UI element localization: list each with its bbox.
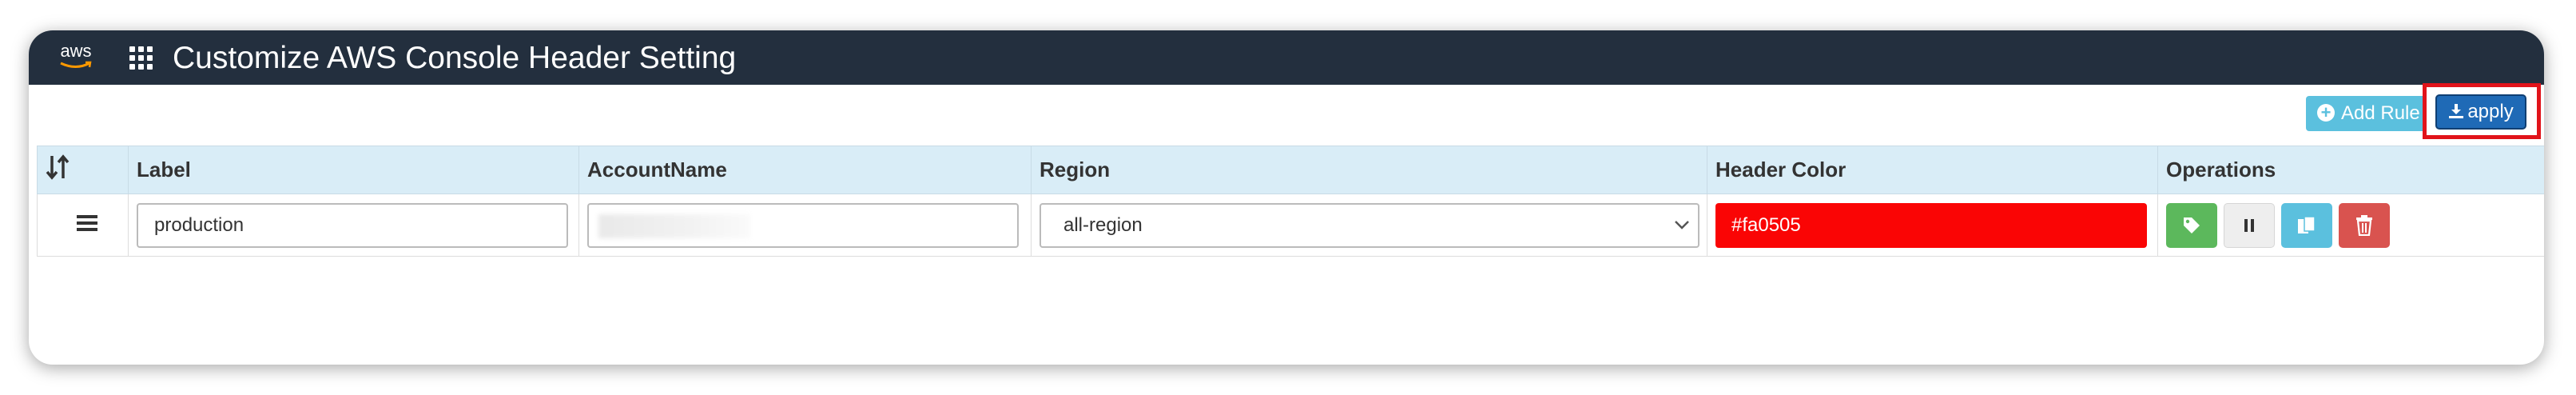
column-header-region: Region bbox=[1031, 146, 1707, 194]
tag-icon bbox=[2184, 217, 2200, 233]
copy-button[interactable] bbox=[2281, 202, 2332, 248]
column-header-account-name: AccountName bbox=[578, 146, 1032, 194]
plus-circle-icon: + bbox=[2317, 103, 2335, 122]
app-header: aws Customize AWS Console Header Setting bbox=[29, 30, 2544, 85]
aws-smile-icon bbox=[60, 61, 92, 68]
grid-menu-icon[interactable] bbox=[129, 46, 153, 70]
table-header-row: Label AccountName Region Header Color Op… bbox=[37, 146, 2544, 194]
label-cell bbox=[128, 194, 579, 257]
copy-icon bbox=[2298, 215, 2316, 233]
redacted-account-name bbox=[598, 213, 750, 238]
apply-button[interactable]: apply bbox=[2435, 94, 2526, 130]
region-select[interactable]: all-region bbox=[1040, 202, 1699, 248]
sort-icon bbox=[46, 154, 70, 180]
sort-column-header[interactable] bbox=[37, 146, 129, 194]
aws-logo-text: aws bbox=[60, 41, 92, 61]
region-cell: all-region bbox=[1031, 194, 1707, 257]
settings-window: aws Customize AWS Console Header Setting… bbox=[29, 30, 2544, 365]
aws-logo: aws bbox=[56, 42, 96, 74]
drag-handle[interactable] bbox=[37, 194, 129, 257]
rules-table: Label AccountName Region Header Color Op… bbox=[37, 146, 2544, 257]
label-input[interactable] bbox=[137, 202, 568, 248]
chevron-down-icon bbox=[1675, 220, 1689, 229]
add-rule-button[interactable]: + Add Rule bbox=[2306, 96, 2426, 131]
page-title: Customize AWS Console Header Setting bbox=[173, 41, 737, 75]
apply-label: apply bbox=[2467, 101, 2514, 122]
operations-cell bbox=[2157, 194, 2544, 257]
tag-button[interactable] bbox=[2166, 202, 2217, 248]
account-name-input[interactable] bbox=[587, 202, 1019, 248]
download-icon bbox=[2449, 103, 2464, 118]
header-color-cell: #fa0505 bbox=[1707, 194, 2158, 257]
pause-icon bbox=[2244, 218, 2254, 232]
column-header-header-color: Header Color bbox=[1707, 146, 2158, 194]
account-name-cell bbox=[578, 194, 1032, 257]
add-rule-label: Add Rule bbox=[2341, 102, 2420, 124]
drag-handle-icon bbox=[76, 215, 97, 231]
table-row: all-region #fa0505 bbox=[37, 194, 2544, 257]
trash-icon bbox=[2356, 214, 2372, 236]
delete-button[interactable] bbox=[2339, 202, 2390, 248]
pause-button[interactable] bbox=[2224, 202, 2275, 248]
column-header-operations: Operations bbox=[2157, 146, 2544, 194]
region-select-value: all-region bbox=[1063, 213, 1143, 236]
header-color-input[interactable]: #fa0505 bbox=[1715, 202, 2147, 248]
column-header-label: Label bbox=[128, 146, 579, 194]
